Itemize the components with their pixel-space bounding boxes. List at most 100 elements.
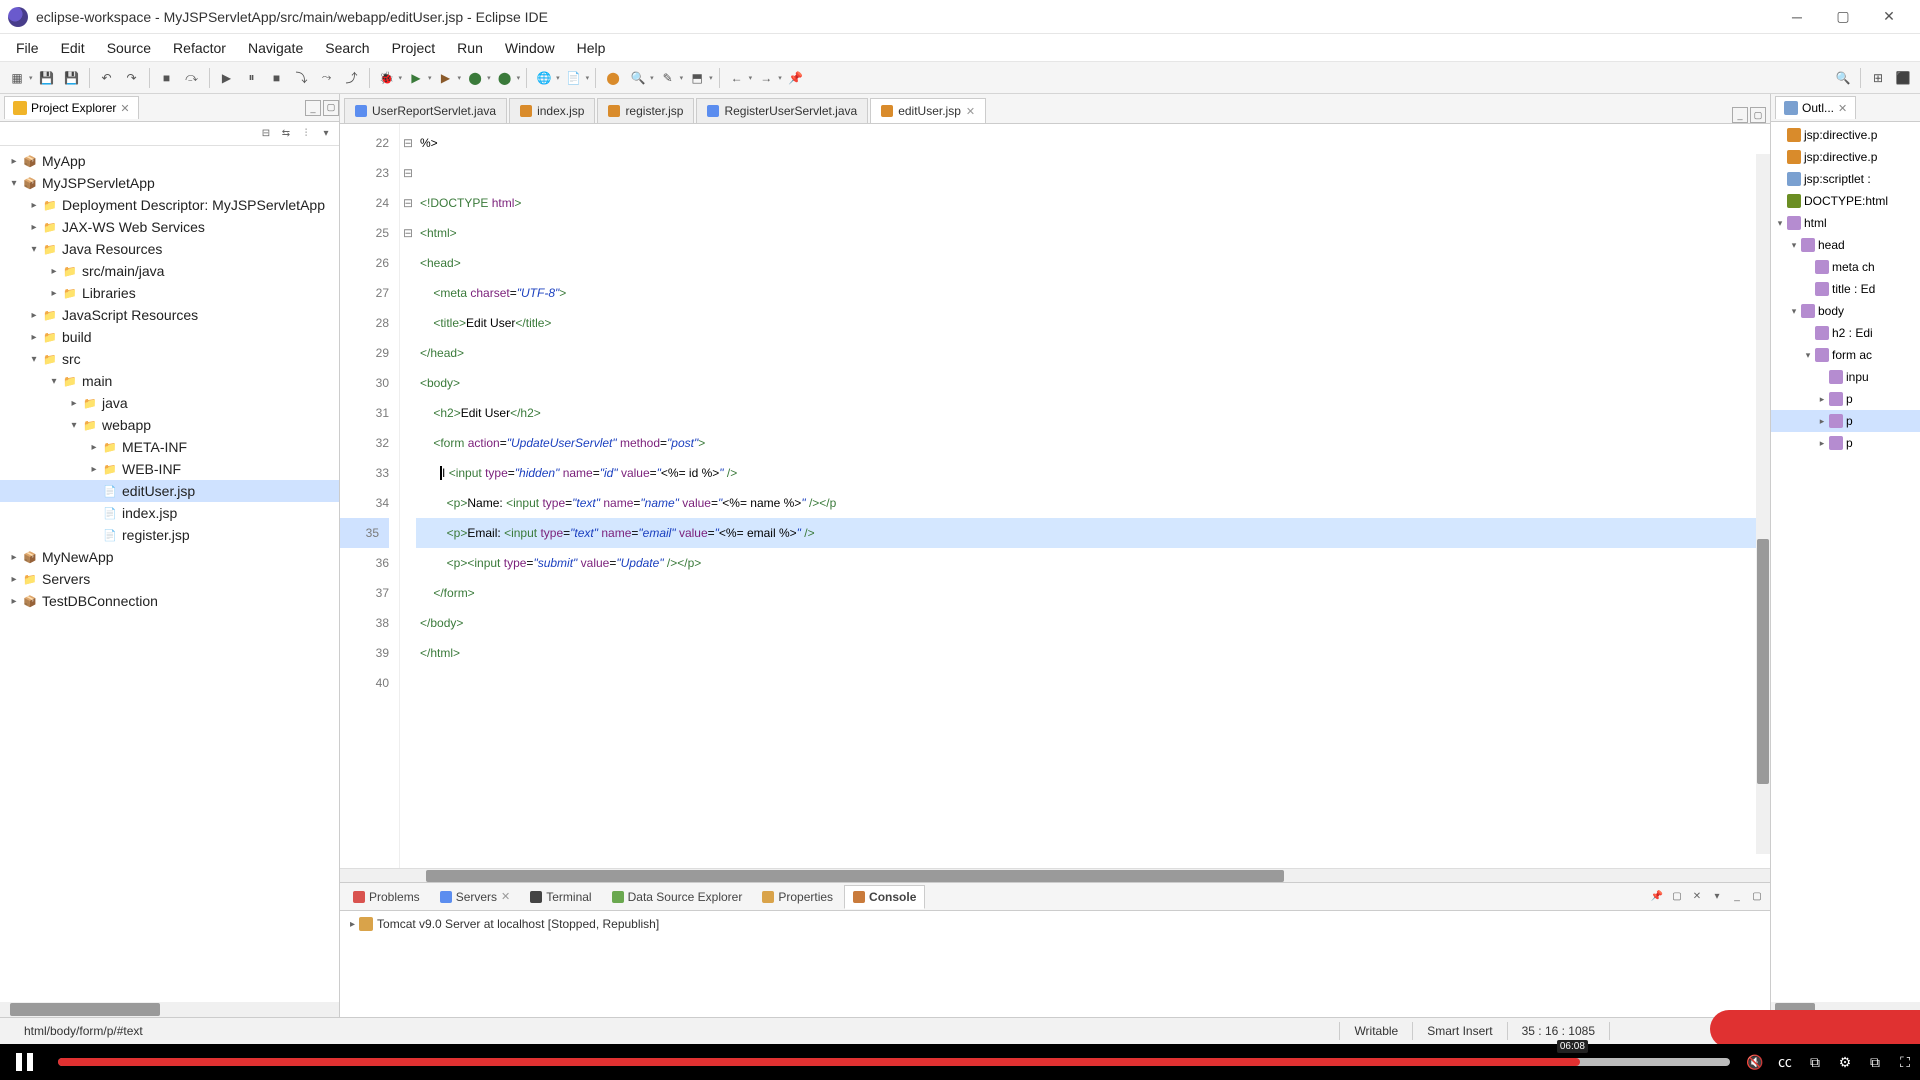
- outline-node[interactable]: ▾html: [1771, 212, 1920, 234]
- tree-node[interactable]: ▸📁Libraries: [0, 282, 339, 304]
- undo-button[interactable]: ↶: [96, 67, 118, 89]
- menu-project[interactable]: Project: [382, 37, 446, 59]
- tree-node[interactable]: ▾📁Java Resources: [0, 238, 339, 260]
- tree-node[interactable]: ▸📦MyNewApp: [0, 546, 339, 568]
- outline-node[interactable]: ▾head: [1771, 234, 1920, 256]
- back-button[interactable]: ←: [726, 67, 748, 89]
- server-start-button[interactable]: ⬤: [494, 67, 516, 89]
- bottom-minimize-button[interactable]: _: [1728, 888, 1746, 906]
- tree-node[interactable]: ▸📁src/main/java: [0, 260, 339, 282]
- menu-edit[interactable]: Edit: [51, 37, 95, 59]
- menu-navigate[interactable]: Navigate: [238, 37, 313, 59]
- annotate-button[interactable]: ✎: [657, 67, 679, 89]
- tree-node[interactable]: ▸📁JAX-WS Web Services: [0, 216, 339, 238]
- outline-node[interactable]: ▸p: [1771, 388, 1920, 410]
- mute-icon[interactable]: 🔇: [1740, 1047, 1770, 1077]
- editor-hscroll[interactable]: [340, 868, 1770, 882]
- outline-node[interactable]: meta ch: [1771, 256, 1920, 278]
- subscribe-bubble[interactable]: [1710, 1010, 1920, 1048]
- suspend-button[interactable]: ⏸: [241, 67, 263, 89]
- save-button[interactable]: 💾: [36, 67, 58, 89]
- maximize-button[interactable]: ▢: [1820, 0, 1866, 34]
- project-explorer-tab[interactable]: Project Explorer ✕: [4, 96, 139, 119]
- coverage-button[interactable]: ⬤: [464, 67, 486, 89]
- pin-button[interactable]: 📌: [785, 67, 807, 89]
- outline-node[interactable]: title : Ed: [1771, 278, 1920, 300]
- tree-node[interactable]: ▸📁Servers: [0, 568, 339, 590]
- tree-node[interactable]: ▸📁java: [0, 392, 339, 414]
- filter-button[interactable]: ⫶: [297, 125, 315, 143]
- minimize-button[interactable]: ─: [1774, 0, 1820, 34]
- tree-node[interactable]: ▸📁Deployment Descriptor: MyJSPServletApp: [0, 194, 339, 216]
- pause-button[interactable]: [0, 1044, 48, 1080]
- step-return-button[interactable]: ⤴: [341, 67, 363, 89]
- stop-button[interactable]: ■: [156, 67, 178, 89]
- editor-maximize-button[interactable]: ▢: [1750, 107, 1766, 123]
- new-jsp-button[interactable]: 📄: [563, 67, 585, 89]
- outline-node[interactable]: ▾form ac: [1771, 344, 1920, 366]
- editor-vscroll[interactable]: [1756, 154, 1770, 854]
- new-server-button[interactable]: 🌐: [533, 67, 555, 89]
- menu-run[interactable]: Run: [447, 37, 493, 59]
- tree-node[interactable]: ▸📦TestDBConnection: [0, 590, 339, 612]
- menu-file[interactable]: File: [6, 37, 49, 59]
- outline-node[interactable]: DOCTYPE:html: [1771, 190, 1920, 212]
- fullscreen-icon[interactable]: ⛶: [1890, 1047, 1920, 1077]
- code-editor[interactable]: 22232425262728293031323334353637383940 ⊟…: [340, 124, 1770, 868]
- pip-icon[interactable]: ⧉: [1860, 1047, 1890, 1077]
- tree-node[interactable]: ▸📁build: [0, 326, 339, 348]
- outline-tab[interactable]: Outl... ✕: [1775, 96, 1856, 119]
- fold-column[interactable]: ⊟⊟⊟⊟: [400, 124, 416, 868]
- tree-node[interactable]: ▾📦MyJSPServletApp: [0, 172, 339, 194]
- tree-node[interactable]: ▾📁src: [0, 348, 339, 370]
- menu-help[interactable]: Help: [567, 37, 616, 59]
- line-gutter[interactable]: 22232425262728293031323334353637383940: [340, 124, 400, 868]
- view-maximize-button[interactable]: ▢: [323, 100, 339, 116]
- video-progress[interactable]: 06:08: [58, 1058, 1730, 1066]
- project-tree[interactable]: ▸📦MyApp▾📦MyJSPServletApp▸📁Deployment Des…: [0, 146, 339, 1002]
- editor-tab[interactable]: RegisterUserServlet.java: [696, 98, 868, 123]
- collapse-all-button[interactable]: ⊟: [257, 125, 275, 143]
- console-pin-button[interactable]: 📌: [1648, 888, 1666, 906]
- code-content[interactable]: %> <!DOCTYPE html><html><head> <meta cha…: [416, 124, 1770, 868]
- bottom-tab-console[interactable]: Console: [844, 885, 925, 909]
- resume-button[interactable]: ▶: [216, 67, 238, 89]
- settings-icon[interactable]: ⚙: [1830, 1047, 1860, 1077]
- editor-tab[interactable]: index.jsp: [509, 98, 595, 123]
- outline-node[interactable]: inpu: [1771, 366, 1920, 388]
- editor-tab[interactable]: register.jsp: [597, 98, 694, 123]
- tree-node[interactable]: ▸📦MyApp: [0, 150, 339, 172]
- menu-window[interactable]: Window: [495, 37, 565, 59]
- tree-node[interactable]: 📄register.jsp: [0, 524, 339, 546]
- tree-node[interactable]: ▸📁WEB-INF: [0, 458, 339, 480]
- java-ee-perspective-button[interactable]: ⬛: [1892, 67, 1914, 89]
- quick-access-button[interactable]: 🔍: [1832, 67, 1854, 89]
- expand-icon[interactable]: ▸: [350, 919, 355, 930]
- outline-node[interactable]: ▾body: [1771, 300, 1920, 322]
- tree-node[interactable]: 📄index.jsp: [0, 502, 339, 524]
- editor-tab[interactable]: editUser.jsp✕: [870, 98, 986, 123]
- menu-source[interactable]: Source: [97, 37, 161, 59]
- bottom-tab-problems[interactable]: Problems: [344, 885, 429, 909]
- quality-icon[interactable]: ⧉: [1800, 1047, 1830, 1077]
- menu-search[interactable]: Search: [315, 37, 379, 59]
- editor-tab[interactable]: UserReportServlet.java: [344, 98, 507, 123]
- server-row[interactable]: ▸ Tomcat v9.0 Server at localhost [Stopp…: [340, 911, 1770, 937]
- bottom-tab-terminal[interactable]: Terminal: [521, 885, 600, 909]
- tree-node[interactable]: 📄editUser.jsp: [0, 480, 339, 502]
- editor-minimize-button[interactable]: _: [1732, 107, 1748, 123]
- tree-node[interactable]: ▸📁JavaScript Resources: [0, 304, 339, 326]
- open-type-button[interactable]: ⬤: [602, 67, 624, 89]
- close-button[interactable]: ✕: [1866, 0, 1912, 34]
- open-perspective-button[interactable]: ⊞: [1867, 67, 1889, 89]
- bottom-tab-data-source-explorer[interactable]: Data Source Explorer: [603, 885, 752, 909]
- redo-button[interactable]: ↷: [121, 67, 143, 89]
- run-button[interactable]: ▶: [405, 67, 427, 89]
- bottom-maximize-button[interactable]: ▢: [1748, 888, 1766, 906]
- outline-node[interactable]: jsp:scriptlet :: [1771, 168, 1920, 190]
- outline-tree[interactable]: jsp:directive.pjsp:directive.pjsp:script…: [1771, 122, 1920, 1002]
- step-into-button[interactable]: ⤵: [291, 67, 313, 89]
- search-button[interactable]: 🔍: [627, 67, 649, 89]
- new-button[interactable]: ▦: [6, 67, 28, 89]
- close-icon[interactable]: ✕: [1838, 102, 1847, 115]
